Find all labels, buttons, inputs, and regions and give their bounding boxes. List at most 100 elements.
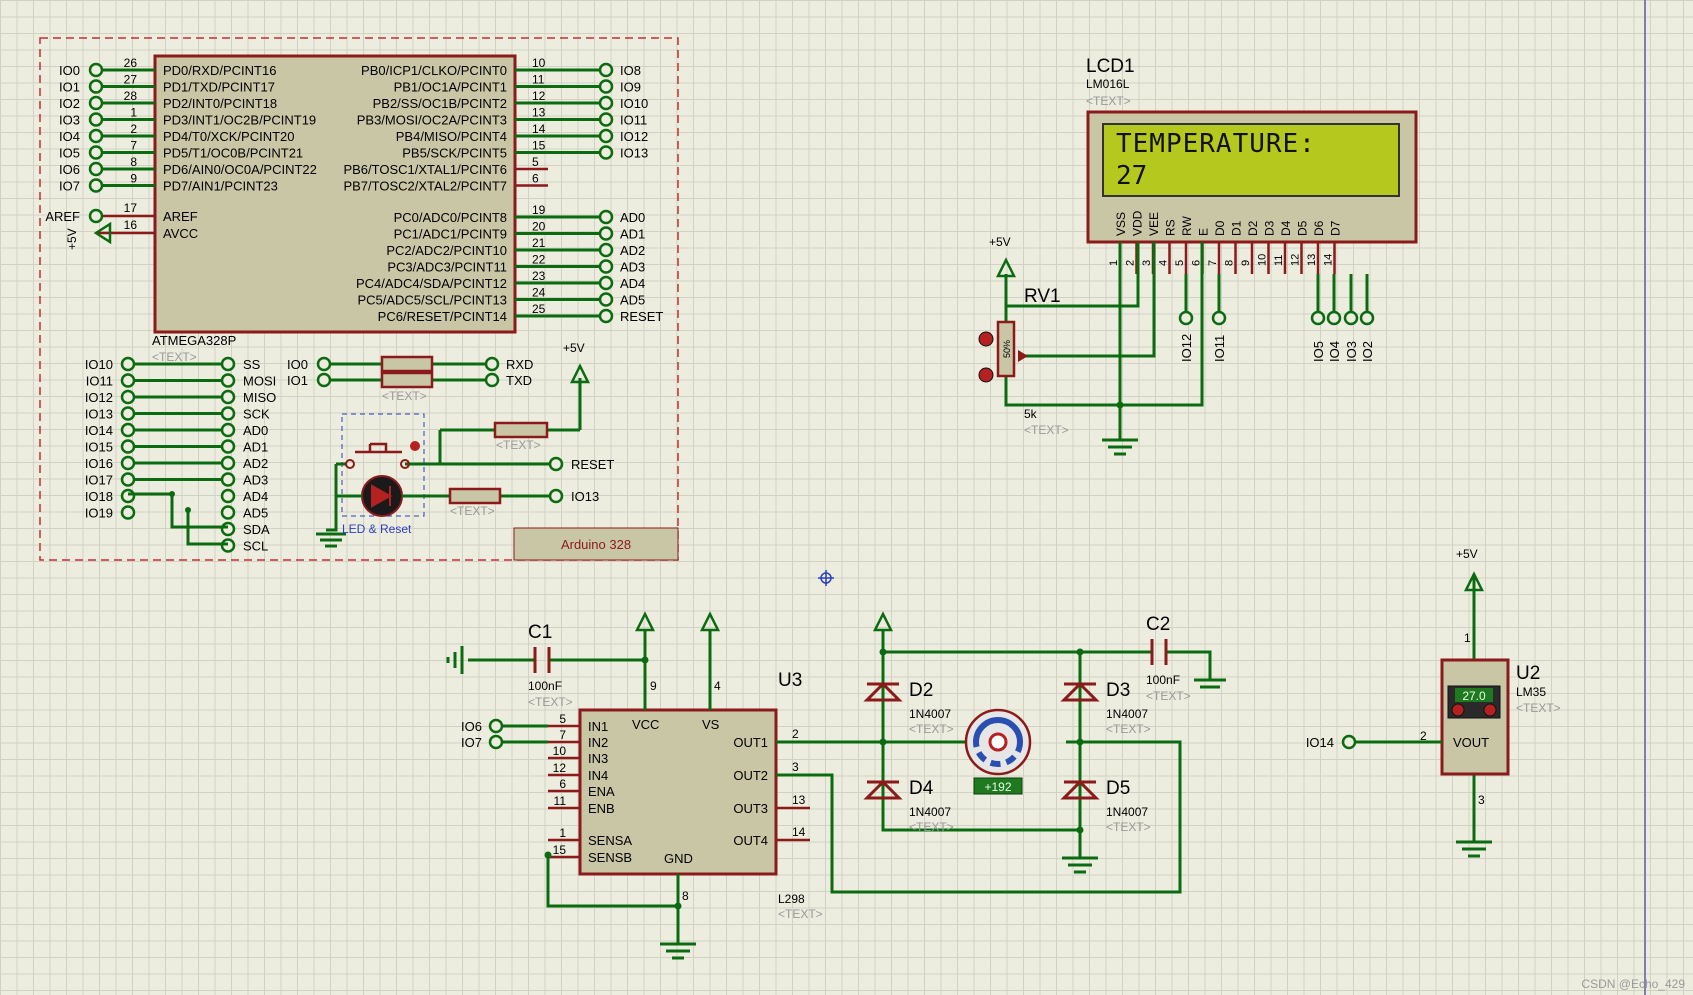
atmega-terminal-ad2[interactable] bbox=[598, 242, 614, 258]
atmega-terminal-io6[interactable] bbox=[88, 161, 104, 177]
aref-terminal[interactable] bbox=[88, 208, 104, 224]
alias-right-label: AD4 bbox=[243, 489, 268, 504]
atmega-terminal-ad3[interactable] bbox=[598, 259, 614, 274]
alias-terminal[interactable] bbox=[220, 389, 236, 405]
alias-right-label: SDA bbox=[243, 522, 270, 537]
atmega-terminal-ad4[interactable] bbox=[598, 275, 614, 291]
atmega-terminal-io1[interactable] bbox=[88, 79, 104, 94]
diode-part: 1N4007 bbox=[909, 805, 951, 819]
alias-terminal[interactable] bbox=[220, 488, 236, 504]
diode-text-placeholder: <TEXT> bbox=[909, 820, 954, 834]
c2-text-placeholder: <TEXT> bbox=[1146, 689, 1191, 703]
motor-shaft bbox=[988, 732, 1008, 752]
alias-terminal[interactable] bbox=[120, 455, 136, 471]
io13-terminal[interactable] bbox=[548, 488, 564, 504]
atmega-terminal-ad1[interactable] bbox=[598, 226, 614, 241]
u3-part: L298 bbox=[778, 892, 805, 906]
c2-capacitor[interactable] bbox=[1150, 639, 1168, 665]
alias-terminal[interactable] bbox=[220, 521, 236, 537]
l298-input-net-label: IO7 bbox=[461, 735, 482, 750]
alias-right-label: AD2 bbox=[243, 456, 268, 471]
schematic-canvas[interactable]: Arduino 328 ATMEGA328P <TEXT> IO0 26 PD0/R… bbox=[0, 0, 1693, 995]
lcd-pin-name: VEE bbox=[1147, 212, 1161, 236]
alias-terminal[interactable] bbox=[220, 505, 236, 520]
pot-increase-button[interactable] bbox=[978, 331, 994, 347]
alias-terminal[interactable] bbox=[120, 505, 136, 520]
junction bbox=[1076, 648, 1084, 656]
atmega-right-net-label: AD2 bbox=[620, 243, 645, 258]
atmega-terminal-io10[interactable] bbox=[598, 95, 614, 111]
atmega-terminal-reset[interactable] bbox=[598, 308, 614, 324]
alias-terminal[interactable] bbox=[220, 455, 236, 471]
reset-pullup-resistor[interactable] bbox=[493, 421, 549, 439]
alias-terminal[interactable] bbox=[120, 373, 136, 388]
uart-resistor-2[interactable] bbox=[380, 371, 434, 389]
reset-pushbutton[interactable] bbox=[355, 442, 402, 454]
led-resistor[interactable] bbox=[448, 487, 502, 505]
uart-in2-terminal[interactable] bbox=[316, 372, 332, 388]
lcd-pin-number: 13 bbox=[1306, 254, 1318, 266]
alias-terminal[interactable] bbox=[120, 472, 136, 487]
diode-ground bbox=[1062, 830, 1098, 874]
alias-terminal[interactable] bbox=[220, 422, 236, 438]
lcd-terminal-io4[interactable] bbox=[1326, 310, 1342, 326]
lm35-increase-button[interactable] bbox=[1483, 703, 1497, 717]
alias-terminal[interactable] bbox=[220, 373, 236, 388]
pot-decrease-button[interactable] bbox=[978, 367, 994, 383]
atmega-terminal-io13[interactable] bbox=[598, 145, 614, 160]
alias-left-label: IO19 bbox=[85, 506, 113, 521]
io14-terminal[interactable] bbox=[1341, 734, 1357, 750]
reset-terminal[interactable] bbox=[548, 456, 564, 472]
atmega-terminal-io9[interactable] bbox=[598, 79, 614, 94]
alias-terminal[interactable] bbox=[220, 472, 236, 487]
c1-capacitor[interactable] bbox=[533, 647, 551, 673]
alias-terminal[interactable] bbox=[220, 406, 236, 421]
atmega-left-pin-number: 9 bbox=[130, 172, 137, 186]
lcd-terminal-io5[interactable] bbox=[1310, 310, 1326, 326]
atmega-left-net-label: IO0 bbox=[59, 63, 80, 78]
lm35-readout: 27.0 bbox=[1462, 689, 1486, 703]
alias-terminal[interactable] bbox=[120, 488, 136, 504]
atmega-terminal-io3[interactable] bbox=[88, 112, 104, 127]
lm35-decrease-button[interactable] bbox=[1451, 703, 1465, 717]
atmega-terminal-io7[interactable] bbox=[88, 178, 104, 193]
lcd-terminal-io12[interactable] bbox=[1178, 310, 1194, 326]
rxd-terminal[interactable] bbox=[484, 356, 500, 372]
atmega-terminal-io8[interactable] bbox=[598, 62, 614, 78]
alias-terminal[interactable] bbox=[220, 439, 236, 454]
atmega-terminal-io5[interactable] bbox=[88, 145, 104, 160]
alias-terminal[interactable] bbox=[120, 422, 136, 438]
atmega-terminal-ad0[interactable] bbox=[598, 209, 614, 225]
l298-left-pin-name: ENA bbox=[588, 784, 615, 799]
junction bbox=[674, 902, 682, 910]
uart-resistor-1[interactable] bbox=[380, 355, 434, 373]
l298-terminal-io6[interactable] bbox=[488, 718, 504, 734]
atmega-right-pin-name: PB7/TOSC2/XTAL2/PCINT7 bbox=[343, 179, 507, 194]
txd-terminal[interactable] bbox=[484, 372, 500, 388]
atmega-terminal-io12[interactable] bbox=[598, 128, 614, 144]
alias-terminal[interactable] bbox=[120, 356, 136, 372]
atmega-right-pin-number: 19 bbox=[532, 203, 546, 217]
lcd-terminal-io3[interactable] bbox=[1343, 310, 1359, 326]
lcd-pin-number: 7 bbox=[1207, 260, 1219, 266]
atmega-terminal-io4[interactable] bbox=[88, 128, 104, 144]
atmega-terminal-io0[interactable] bbox=[88, 62, 104, 78]
l298-terminal-io7[interactable] bbox=[488, 734, 504, 750]
atmega-terminal-io2[interactable] bbox=[88, 95, 104, 111]
lcd-terminal-io2[interactable] bbox=[1359, 310, 1375, 326]
atmega-left-pin-name: PD1/TXD/PCINT17 bbox=[163, 80, 275, 95]
alias-terminal[interactable] bbox=[220, 356, 236, 372]
l298-left-pin-name: IN4 bbox=[588, 768, 608, 783]
atmega-right-pin-number: 22 bbox=[532, 253, 546, 267]
alias-terminal[interactable] bbox=[120, 439, 136, 454]
lcd-pin-number: 3 bbox=[1141, 260, 1153, 266]
alias-left-label: IO14 bbox=[85, 423, 113, 438]
atmega-terminal-ad5[interactable] bbox=[598, 292, 614, 307]
alias-terminal[interactable] bbox=[120, 389, 136, 405]
lcd-net-label: IO5 bbox=[1311, 341, 1326, 362]
junction bbox=[641, 656, 649, 664]
uart-in1-terminal[interactable] bbox=[316, 356, 332, 372]
alias-terminal[interactable] bbox=[120, 406, 136, 421]
atmega-terminal-io11[interactable] bbox=[598, 112, 614, 127]
lcd-terminal-io11[interactable] bbox=[1211, 310, 1227, 326]
